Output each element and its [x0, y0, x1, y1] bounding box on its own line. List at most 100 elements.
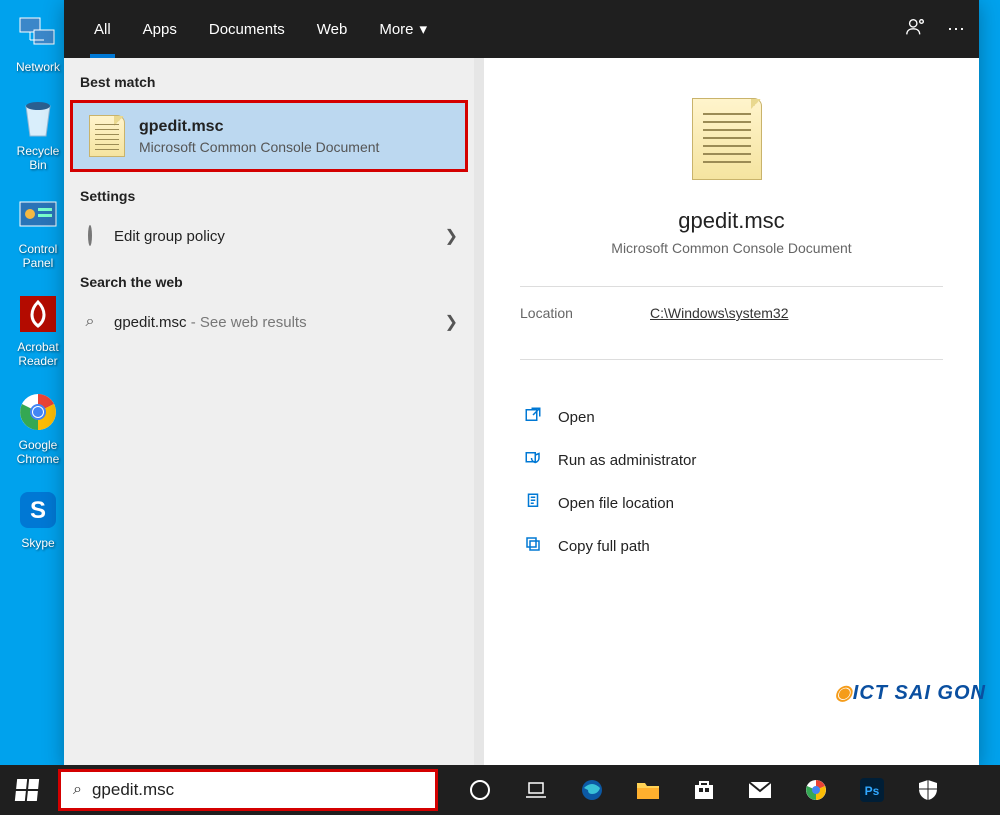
search-icon: ⌕: [80, 313, 100, 331]
desktop-icon-control-panel[interactable]: Control Panel: [8, 192, 68, 270]
settings-result-edit-group-policy[interactable]: Edit group policy ❯: [64, 214, 474, 258]
desktop-icon-label: Skype: [21, 536, 54, 550]
best-match-label: Best match: [64, 58, 474, 100]
search-web-label: Search the web: [64, 258, 474, 300]
tab-more[interactable]: More ▾: [363, 0, 443, 58]
search-input[interactable]: [92, 780, 423, 800]
svg-text:Ps: Ps: [865, 784, 880, 798]
preview-icon: [692, 98, 772, 188]
preview-actions: Open Run as administrator Open file loca…: [520, 398, 943, 566]
open-icon: [524, 406, 544, 429]
result-title: gpedit.msc: [139, 118, 379, 136]
tab-apps[interactable]: Apps: [127, 0, 193, 58]
action-open[interactable]: Open: [520, 398, 943, 437]
desktop-icon-label: Google Chrome: [8, 438, 68, 466]
preview-column: gpedit.msc Microsoft Common Console Docu…: [484, 58, 979, 765]
shield-icon: [524, 449, 544, 472]
web-result-suffix: - See web results: [187, 314, 307, 331]
control-panel-icon: [14, 192, 62, 240]
svg-text:S: S: [30, 497, 46, 524]
best-match-text: gpedit.msc Microsoft Common Console Docu…: [139, 118, 379, 155]
desktop-icon-recycle-bin[interactable]: Recycle Bin: [8, 94, 68, 172]
windows-logo-icon: [15, 779, 39, 801]
feedback-icon[interactable]: [905, 16, 927, 43]
tabs-right: ⋯: [905, 16, 965, 43]
desktop-icon-label: Network: [16, 60, 60, 74]
document-icon: [89, 115, 125, 157]
tab-documents[interactable]: Documents: [193, 0, 301, 58]
chevron-right-icon: ❯: [445, 312, 458, 332]
mail-icon[interactable]: [738, 765, 782, 815]
recycle-bin-icon: [14, 94, 62, 142]
folder-icon: [524, 492, 544, 515]
result-subtitle: Microsoft Common Console Document: [139, 139, 379, 155]
divider: [520, 286, 943, 287]
search-tabs: All Apps Documents Web More ▾ ⋯: [64, 0, 979, 58]
taskbar-search-box[interactable]: ⌕: [58, 769, 438, 811]
photoshop-icon[interactable]: Ps: [850, 765, 894, 815]
tab-label: Web: [317, 21, 348, 38]
action-run-as-admin[interactable]: Run as administrator: [520, 441, 943, 480]
action-label: Open: [558, 409, 595, 426]
meta-key: Location: [520, 305, 650, 321]
tab-label: Apps: [143, 21, 177, 38]
tab-web[interactable]: Web: [301, 0, 364, 58]
acrobat-icon: [14, 290, 62, 338]
store-icon[interactable]: [682, 765, 726, 815]
meta-location: Location C:\Windows\system32: [520, 305, 943, 321]
tab-label: Documents: [209, 21, 285, 38]
desktop-icons: Network Recycle Bin Control Panel Acroba…: [8, 10, 68, 550]
security-icon[interactable]: [906, 765, 950, 815]
document-icon: [692, 98, 762, 180]
desktop-icon-network[interactable]: Network: [8, 10, 68, 74]
desktop-icon-acrobat[interactable]: Acrobat Reader: [8, 290, 68, 368]
preview-subtitle: Microsoft Common Console Document: [611, 240, 851, 256]
desktop-icon-skype[interactable]: S Skype: [8, 486, 68, 550]
chrome-taskbar-icon[interactable]: [794, 765, 838, 815]
action-label: Open file location: [558, 495, 674, 512]
preview-header: gpedit.msc Microsoft Common Console Docu…: [520, 98, 943, 256]
action-label: Copy full path: [558, 538, 650, 555]
web-result-term: gpedit.msc: [114, 314, 187, 331]
start-button[interactable]: [0, 765, 54, 815]
skype-icon: S: [14, 486, 62, 534]
result-text: gpedit.msc - See web results: [114, 314, 307, 331]
copy-icon: [524, 535, 544, 558]
taskbar-icons: Ps: [458, 765, 950, 815]
desktop: Network Recycle Bin Control Panel Acroba…: [0, 0, 1000, 765]
gear-icon: [80, 227, 100, 245]
desktop-icon-label: Acrobat Reader: [8, 340, 68, 368]
tab-all[interactable]: All: [78, 0, 127, 58]
edge-icon[interactable]: [570, 765, 614, 815]
desktop-icon-label: Control Panel: [8, 242, 68, 270]
action-copy-full-path[interactable]: Copy full path: [520, 527, 943, 566]
network-icon: [14, 10, 62, 58]
tab-label: More: [379, 21, 413, 38]
action-open-file-location[interactable]: Open file location: [520, 484, 943, 523]
preview-title: gpedit.msc: [678, 208, 784, 234]
search-content: Best match gpedit.msc Microsoft Common C…: [64, 58, 979, 765]
cortana-icon[interactable]: [458, 765, 502, 815]
task-view-icon[interactable]: [514, 765, 558, 815]
result-text: Edit group policy: [114, 228, 225, 245]
tab-label: All: [94, 21, 111, 38]
action-label: Run as administrator: [558, 452, 696, 469]
divider: [520, 359, 943, 360]
chrome-icon: [14, 388, 62, 436]
desktop-icon-chrome[interactable]: Google Chrome: [8, 388, 68, 466]
chevron-right-icon: ❯: [445, 226, 458, 246]
chevron-down-icon: ▾: [420, 20, 428, 38]
file-explorer-icon[interactable]: [626, 765, 670, 815]
more-options-icon[interactable]: ⋯: [947, 19, 965, 40]
results-column: Best match gpedit.msc Microsoft Common C…: [64, 58, 474, 765]
settings-label: Settings: [64, 172, 474, 214]
web-result[interactable]: ⌕ gpedit.msc - See web results ❯: [64, 300, 474, 344]
search-panel: All Apps Documents Web More ▾ ⋯ Best matc…: [64, 0, 979, 765]
watermark-text: ICT SAI GON: [853, 682, 986, 704]
best-match-result[interactable]: gpedit.msc Microsoft Common Console Docu…: [70, 100, 468, 172]
desktop-icon-label: Recycle Bin: [8, 144, 68, 172]
meta-value-location[interactable]: C:\Windows\system32: [650, 305, 788, 321]
watermark: ◉ICT SAI GON: [834, 680, 986, 705]
taskbar: ⌕ Ps: [0, 765, 1000, 815]
search-icon: ⌕: [73, 781, 82, 799]
